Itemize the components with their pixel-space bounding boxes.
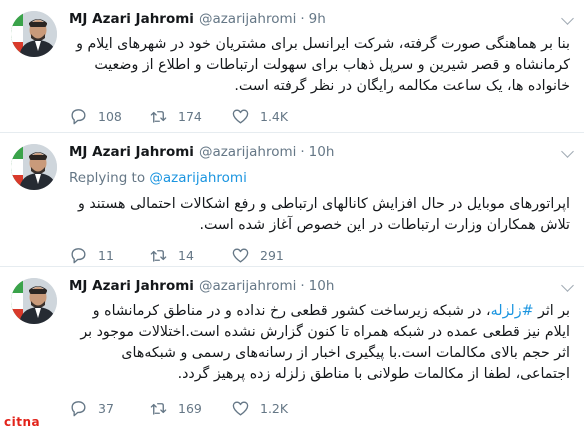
user-avatar-icon: [11, 278, 57, 324]
tweet-actions: 11 14 291: [69, 245, 549, 265]
heart-icon: [232, 247, 249, 263]
reply-count: 37: [98, 400, 114, 416]
tweet-text-prefix: بر اثر: [533, 303, 570, 319]
tweet-text: بر اثر #زلزله، در شبکه زیرساخت کشور قطعی…: [69, 301, 570, 385]
like-button[interactable]: 291: [231, 245, 284, 265]
user-avatar-icon: [11, 144, 57, 190]
tweet-text: بنا بر هماهنگی صورت گرفته، شرکت ایرانسل …: [69, 34, 570, 97]
tweet-text-content: بنا بر هماهنگی صورت گرفته، شرکت ایرانسل …: [76, 36, 570, 94]
tweet[interactable]: MJ Azari Jahromi @azarijahromi · 9h بنا بر …: [0, 0, 584, 133]
avatar[interactable]: [11, 278, 57, 324]
author-name[interactable]: MJ Azari Jahromi: [69, 11, 194, 27]
replying-to: Replying to @azarijahromi: [69, 170, 247, 186]
tweet-actions: 37 169 1.2K: [69, 398, 549, 418]
retweet-icon: [150, 110, 167, 123]
tweet[interactable]: MJ Azari Jahromi @azarijahromi · 10h بر اثر…: [0, 267, 584, 433]
heart-icon: [232, 400, 249, 416]
tweet-header: MJ Azari Jahromi @azarijahromi · 10h: [69, 144, 334, 162]
author-handle[interactable]: @azarijahromi: [199, 278, 296, 294]
reply-icon: [71, 108, 86, 124]
like-count: 1.4K: [260, 108, 289, 124]
citna-watermark: citna: [4, 415, 41, 429]
retweet-button[interactable]: 169: [149, 398, 202, 418]
avatar[interactable]: [11, 11, 57, 57]
author-name[interactable]: MJ Azari Jahromi: [69, 278, 194, 294]
timestamp[interactable]: 9h: [309, 11, 326, 27]
retweet-button[interactable]: 14: [149, 245, 194, 265]
like-count: 1.2K: [260, 400, 289, 416]
reply-count: 108: [98, 108, 122, 124]
chevron-down-icon[interactable]: [561, 279, 574, 292]
avatar[interactable]: [11, 144, 57, 190]
author-handle[interactable]: @azarijahromi: [199, 11, 296, 27]
reply-button[interactable]: 37: [69, 398, 114, 418]
tweet-header: MJ Azari Jahromi @azarijahromi · 10h: [69, 278, 334, 296]
tweet-header: MJ Azari Jahromi @azarijahromi · 9h: [69, 11, 326, 29]
like-count: 291: [260, 247, 284, 263]
retweet-count: 14: [178, 247, 194, 263]
tweet-actions: 108 174 1.4K: [69, 106, 549, 126]
separator-dot: ·: [300, 144, 305, 160]
tweet-text: اپراتورهای موبایل در حال افزایش کانالهای…: [69, 194, 570, 236]
reply-button[interactable]: 11: [69, 245, 114, 265]
reply-count: 11: [98, 247, 114, 263]
retweet-icon: [150, 249, 167, 262]
like-button[interactable]: 1.4K: [231, 106, 288, 126]
like-button[interactable]: 1.2K: [231, 398, 288, 418]
reply-button[interactable]: 108: [69, 106, 122, 126]
retweet-count: 174: [178, 108, 202, 124]
retweet-count: 169: [178, 400, 202, 416]
chevron-down-icon[interactable]: [561, 145, 574, 158]
tweet-text-content: اپراتورهای موبایل در حال افزایش کانالهای…: [77, 196, 570, 233]
retweet-icon: [150, 402, 167, 415]
user-avatar-icon: [11, 11, 57, 57]
reply-icon: [71, 400, 86, 416]
hashtag-link[interactable]: #زلزله: [491, 303, 534, 319]
replying-to-link[interactable]: @azarijahromi: [149, 170, 246, 186]
author-handle[interactable]: @azarijahromi: [199, 144, 296, 160]
separator-dot: ·: [300, 278, 305, 294]
reply-icon: [71, 247, 86, 263]
replying-label: Replying to: [69, 170, 146, 186]
separator-dot: ·: [300, 11, 305, 27]
retweet-button[interactable]: 174: [149, 106, 202, 126]
author-name[interactable]: MJ Azari Jahromi: [69, 144, 194, 160]
tweet[interactable]: MJ Azari Jahromi @azarijahromi · 10h Replyi…: [0, 133, 584, 267]
chevron-down-icon[interactable]: [561, 12, 574, 25]
timestamp[interactable]: 10h: [309, 278, 335, 294]
timestamp[interactable]: 10h: [309, 144, 335, 160]
heart-icon: [232, 108, 249, 124]
